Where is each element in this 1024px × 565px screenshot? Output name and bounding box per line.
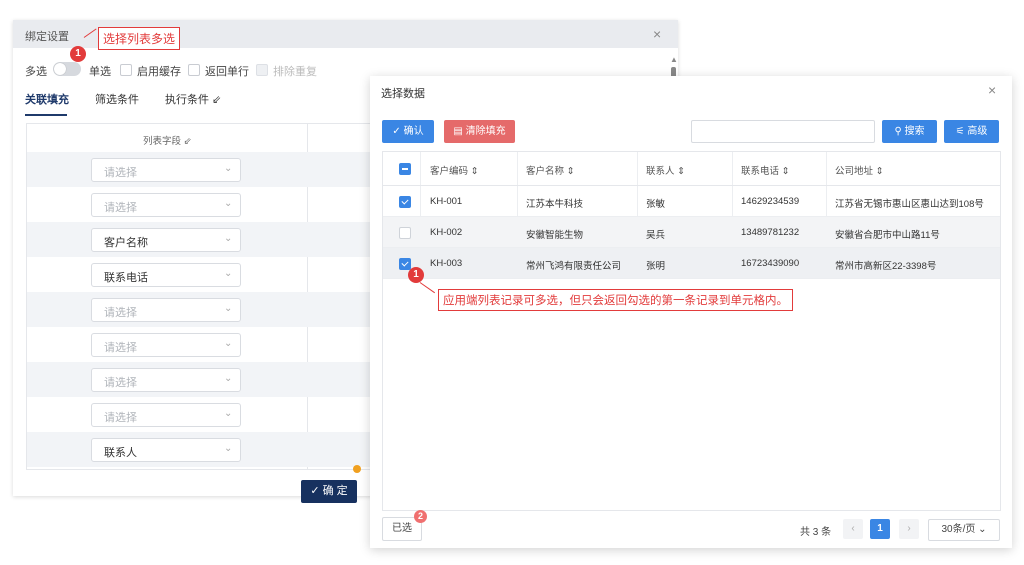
total-count: 共 3 条 — [800, 527, 832, 538]
annotation-badge: 1 — [70, 46, 86, 62]
chevron-down-icon: ⌄ — [224, 233, 233, 244]
chevron-down-icon: ⌄ — [224, 338, 233, 349]
select-dialog-title: 选择数据 — [381, 88, 425, 100]
row-checkbox[interactable] — [399, 196, 411, 208]
advanced-button[interactable]: ⚟ 高级 — [944, 120, 999, 143]
contact-phone: 14629234539 — [741, 196, 800, 207]
table-row: 客户名称 ⌄ — [27, 222, 382, 257]
table-row: 请选择 ⌄ — [27, 327, 382, 362]
field-select[interactable]: 请选择 ⌄ — [91, 158, 241, 182]
search-button[interactable]: ⚲ 搜索 — [882, 120, 937, 143]
search-input[interactable] — [691, 120, 875, 143]
return-single-row-label: 返回单行 — [205, 66, 249, 78]
annotation-label: 选择列表多选 — [98, 27, 181, 50]
tab-execute-conditions[interactable]: 执行条件 ⇙ — [165, 91, 221, 107]
customer-name: 江苏本牛科技 — [526, 199, 584, 210]
scroll-up-icon[interactable]: ▲ — [670, 55, 678, 64]
contact-person: 吴兵 — [646, 230, 666, 241]
company-address: 安徽省合肥市中山路11号 — [835, 230, 940, 241]
mode-multi-label: 多选 — [25, 66, 47, 78]
chevron-down-icon: ⌄ — [224, 163, 233, 174]
contact-phone: 13489781232 — [741, 227, 800, 238]
chevron-down-icon: ⌄ — [224, 303, 233, 314]
annotation-badge: 1 — [408, 267, 424, 283]
customer-name: 常州飞鸿有限责任公司 — [526, 261, 622, 272]
tab-filter-conditions[interactable]: 筛选条件 — [95, 91, 139, 107]
chevron-down-icon: ⌄ — [224, 373, 233, 384]
column-header[interactable]: 联系人 ⇕ — [646, 163, 685, 177]
confirm-button[interactable]: ✓ 确认 — [382, 120, 434, 143]
column-header[interactable]: 公司地址 ⇕ — [835, 163, 884, 177]
enable-cache-label: 启用缓存 — [137, 66, 181, 78]
clear-fill-button[interactable]: ▤ 清除填充 — [444, 120, 515, 143]
mode-toggle[interactable] — [53, 62, 81, 76]
chevron-down-icon: ⌄ — [224, 408, 233, 419]
field-select[interactable]: 请选择 ⌄ — [91, 333, 241, 357]
table-row: 请选择 ⌄ — [27, 152, 382, 187]
customer-code: KH-002 — [430, 227, 463, 238]
field-select[interactable]: 请选择 ⌄ — [91, 368, 241, 392]
select-data-dialog: 选择数据 × ✓ 确认 ▤ 清除填充 ⚲ 搜索 ⚟ 高级 客户编码 ⇕ 客户名称… — [370, 76, 1012, 548]
chevron-down-icon: ⌄ — [224, 268, 233, 279]
annotation-badge: 2 — [414, 510, 427, 523]
row-checkbox[interactable] — [399, 258, 411, 270]
customer-code: KH-001 — [430, 196, 463, 207]
table-row: 请选择 ⌄ — [27, 187, 382, 222]
field-select[interactable]: 请选择 ⌄ — [91, 193, 241, 217]
field-select[interactable]: 联系人 ⌄ — [91, 438, 241, 462]
field-table-header: 列表字段 ⇙ — [27, 124, 382, 151]
table-row[interactable]: KH-003 常州飞鸿有限责任公司 张明 16723439090 常州市高新区2… — [383, 248, 1000, 279]
field-select[interactable]: 联系电话 ⌄ — [91, 263, 241, 287]
select-all-checkbox[interactable] — [399, 163, 411, 175]
data-table: 客户编码 ⇕ 客户名称 ⇕ 联系人 ⇕ 联系电话 ⇕ 公司地址 ⇕ KH-001… — [382, 151, 1001, 511]
column-header[interactable]: 联系电话 ⇕ — [741, 163, 790, 177]
customer-name: 安徽智能生物 — [526, 230, 584, 241]
table-row[interactable]: KH-002 安徽智能生物 吴兵 13489781232 安徽省合肥市中山路11… — [383, 217, 1000, 248]
bind-dialog-title: 绑定设置 — [25, 31, 69, 43]
annotation-note: 应用端列表记录可多选，但只会返回勾选的第一条记录到单元格内。 — [438, 289, 793, 311]
exclude-duplicates-checkbox[interactable] — [256, 64, 268, 76]
next-page-button[interactable]: › — [899, 519, 919, 539]
tab-association-fill[interactable]: 关联填充 — [25, 91, 69, 107]
table-row: 请选择 ⌄ — [27, 397, 382, 432]
table-row[interactable]: KH-001 江苏本牛科技 张敏 14629234539 江苏省无锡市惠山区惠山… — [383, 186, 1000, 217]
active-tab-indicator — [25, 114, 67, 116]
close-icon[interactable]: × — [653, 26, 661, 42]
column-header[interactable]: 客户名称 ⇕ — [526, 163, 575, 177]
company-address: 常州市高新区22-3398号 — [835, 261, 937, 272]
field-select[interactable]: 客户名称 ⌄ — [91, 228, 241, 252]
list-field-header: 列表字段 ⇙ — [143, 136, 192, 147]
chevron-down-icon: ⌄ — [224, 198, 233, 209]
contact-phone: 16723439090 — [741, 258, 800, 269]
table-header: 客户编码 ⇕ 客户名称 ⇕ 联系人 ⇕ 联系电话 ⇕ 公司地址 ⇕ — [383, 152, 1000, 186]
row-checkbox[interactable] — [399, 227, 411, 239]
table-row: 请选择 ⌄ — [27, 362, 382, 397]
table-row: 联系人 ⌄ — [27, 432, 382, 467]
table-row: 联系电话 ⌄ — [27, 257, 382, 292]
company-address: 江苏省无锡市惠山区惠山达到108号 — [835, 199, 984, 210]
info-icon — [353, 465, 361, 473]
mode-single-label: 单选 — [89, 66, 111, 78]
contact-person: 张明 — [646, 261, 666, 272]
page-1-button[interactable]: 1 — [870, 519, 890, 539]
prev-page-button[interactable]: ‹ — [843, 519, 863, 539]
column-header[interactable]: 客户编码 ⇕ — [430, 163, 479, 177]
exclude-duplicates-label: 排除重复 — [273, 66, 317, 78]
customer-code: KH-003 — [430, 258, 463, 269]
page-size-select[interactable]: 30条/页 ⌄ — [928, 519, 1000, 541]
return-single-row-checkbox[interactable] — [188, 64, 200, 76]
chevron-down-icon: ⌄ — [224, 443, 233, 454]
close-icon[interactable]: × — [988, 82, 996, 98]
field-select[interactable]: 请选择 ⌄ — [91, 403, 241, 427]
bind-confirm-button[interactable]: ✓ 确 定 — [301, 480, 357, 503]
table-row: 请选择 ⌄ — [27, 292, 382, 327]
field-mapping-table: 列表字段 ⇙ 请选择 ⌄ 请选择 ⌄ 客户名称 ⌄ 联系电话 ⌄ 请选择 ⌄ 请选择 ⌄ 请… — [26, 123, 383, 470]
contact-person: 张敏 — [646, 199, 666, 210]
field-select[interactable]: 请选择 ⌄ — [91, 298, 241, 322]
enable-cache-checkbox[interactable] — [120, 64, 132, 76]
